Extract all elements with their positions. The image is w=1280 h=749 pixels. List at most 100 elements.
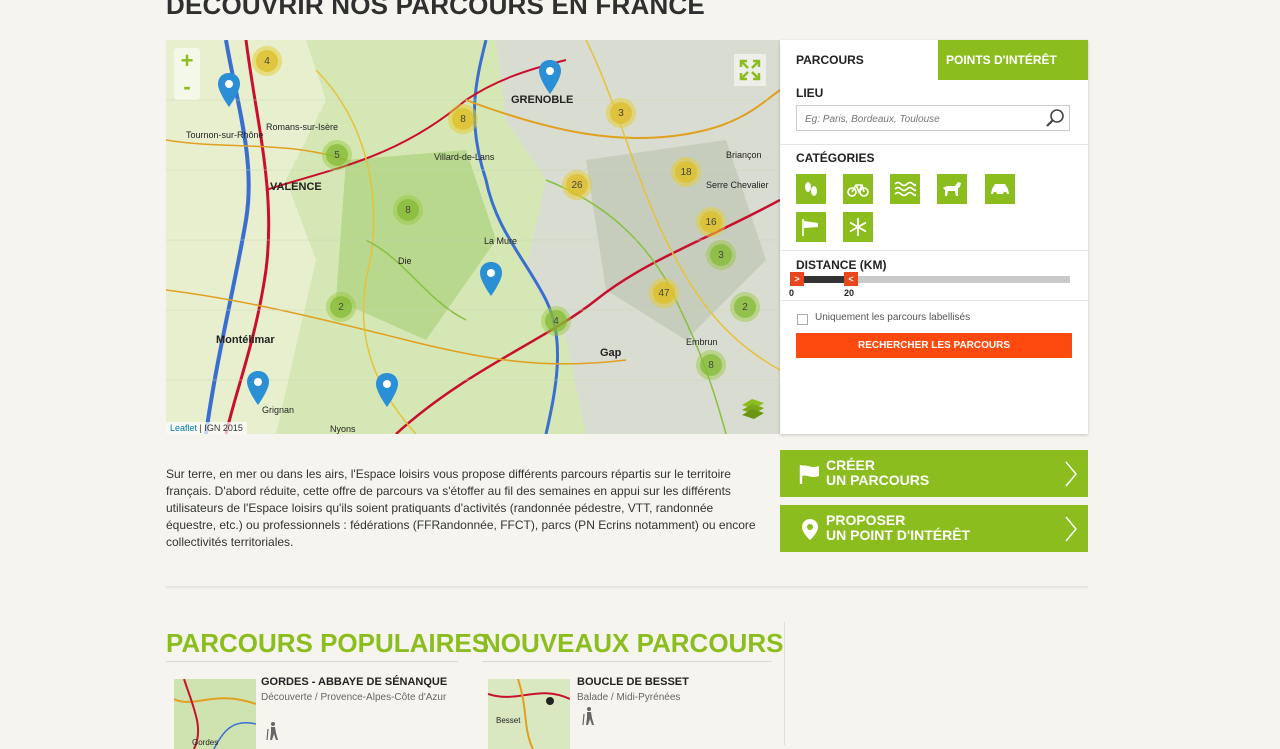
map-cluster[interactable]: 8 xyxy=(393,195,423,225)
categories-label: CATÉGORIES xyxy=(796,151,875,165)
search-routes-button[interactable]: RECHERCHER LES PARCOURS xyxy=(796,333,1072,358)
category-horse[interactable] xyxy=(937,174,967,204)
distance-max-value: 20 xyxy=(844,288,855,298)
intro-text: Sur terre, en mer ou dans les airs, l'Es… xyxy=(166,467,756,549)
map-town-label: Serre Chevalier xyxy=(706,180,769,190)
water-icon xyxy=(894,181,916,197)
map-town-label: Embrun xyxy=(686,337,718,347)
map-marker-icon[interactable] xyxy=(218,73,240,107)
route-thumbnail[interactable]: Besset xyxy=(488,679,570,749)
location-label: LIEU xyxy=(796,86,824,100)
map-cluster[interactable]: 3 xyxy=(606,98,636,128)
layers-button[interactable] xyxy=(736,394,768,424)
route-meta: Balade / Midi-Pyrénées xyxy=(577,692,681,703)
category-windsock[interactable] xyxy=(796,212,826,242)
map-cluster[interactable]: 2 xyxy=(730,292,760,322)
hiker-icon xyxy=(582,707,594,726)
snowflake-icon xyxy=(849,218,867,236)
tab-points-of-interest[interactable]: POINTS D'INTÉRÊT xyxy=(938,40,1088,80)
distance-slider[interactable] xyxy=(794,276,1070,283)
category-snow[interactable] xyxy=(843,212,873,242)
column-divider xyxy=(784,622,785,745)
leaflet-link[interactable]: Leaflet xyxy=(170,423,197,433)
route-map-thumbnail: Besset xyxy=(488,679,570,749)
route-thumbnail[interactable]: Gordes xyxy=(174,679,256,749)
horse-icon xyxy=(943,182,961,196)
route-meta: Découverte / Provence-Alpes-Côte d'Azur xyxy=(261,692,447,703)
map-marker-icon[interactable] xyxy=(539,60,561,94)
map-cluster[interactable]: 2 xyxy=(326,292,356,322)
popular-routes-title: PARCOURS POPULAIRES xyxy=(166,628,490,658)
map-cluster[interactable]: 4 xyxy=(541,306,571,336)
map-marker-icon[interactable] xyxy=(480,262,502,296)
divider xyxy=(780,300,1088,301)
location-pin-icon xyxy=(802,519,818,540)
route-title[interactable]: BOUCLE DE BESSET xyxy=(577,676,689,688)
tab-parcours[interactable]: PARCOURS xyxy=(780,40,938,80)
new-routes-title: NOUVEAUX PARCOURS xyxy=(482,628,784,658)
map-cluster[interactable]: 16 xyxy=(696,207,726,237)
map-cluster[interactable]: 26 xyxy=(562,170,592,200)
search-panel: PARCOURS POINTS D'INTÉRÊT LIEU CATÉGORIE… xyxy=(780,40,1088,434)
create-route-label: CRÉER UN PARCOURS xyxy=(826,457,930,488)
bike-icon xyxy=(847,184,869,197)
labelled-only-label: Uniquement les parcours labellisés xyxy=(815,312,971,323)
map-town-label: Grignan xyxy=(262,405,295,415)
map-marker-icon[interactable] xyxy=(247,371,269,405)
zoom-control: + - xyxy=(174,48,200,100)
map-town-label: La Mure xyxy=(484,236,518,246)
fullscreen-button[interactable] xyxy=(734,54,766,86)
labelled-only-checkbox[interactable] xyxy=(797,314,808,325)
map-town-label: Gap xyxy=(600,347,622,359)
category-water[interactable] xyxy=(890,174,920,204)
create-route-button[interactable]: CRÉER UN PARCOURS xyxy=(780,450,1088,497)
category-car[interactable] xyxy=(985,174,1015,204)
svg-text:Gordes: Gordes xyxy=(192,738,218,747)
map-marker-icon[interactable] xyxy=(376,373,398,407)
route-title[interactable]: GORDES - ABBAYE DE SÉNANQUE xyxy=(261,676,447,688)
location-input[interactable] xyxy=(797,106,1043,132)
map-cluster[interactable]: 4 xyxy=(252,46,282,76)
map-town-label: Briançon xyxy=(726,150,762,160)
divider xyxy=(780,250,1088,251)
map-town-label: VALENCE xyxy=(270,181,322,193)
fullscreen-icon xyxy=(739,59,761,81)
distance-min-value: 0 xyxy=(789,288,795,298)
panel-tabs: PARCOURS POINTS D'INTÉRÊT xyxy=(780,40,1088,80)
map[interactable]: GRENOBLE VALENCE Romans-sur-Isère Montél… xyxy=(166,40,780,434)
route-map-thumbnail: Gordes xyxy=(174,679,256,749)
distance-min-handle[interactable]: > xyxy=(790,272,804,286)
flag-icon xyxy=(799,465,819,484)
chevron-right-icon xyxy=(1065,516,1077,542)
map-town-label: Villard-de-Lans xyxy=(434,152,495,162)
map-town-label: Die xyxy=(398,256,412,266)
divider xyxy=(780,144,1088,145)
zoom-out-button[interactable]: - xyxy=(174,74,200,100)
chevron-right-icon xyxy=(1065,461,1077,487)
map-town-label: Montélimar xyxy=(216,334,275,346)
search-icon[interactable] xyxy=(1045,108,1065,128)
distance-max-handle[interactable]: < xyxy=(844,272,858,286)
map-town-label: Tournon-sur-Rhône xyxy=(186,130,264,140)
map-town-label: GRENOBLE xyxy=(511,94,574,106)
propose-poi-button[interactable]: PROPOSER UN POINT D'INTÉRÊT xyxy=(780,505,1088,552)
car-icon xyxy=(991,184,1009,196)
map-cluster[interactable]: 18 xyxy=(671,157,701,187)
layers-icon xyxy=(742,399,764,419)
propose-poi-label: PROPOSER UN POINT D'INTÉRÊT xyxy=(826,512,971,543)
map-cluster[interactable]: 8 xyxy=(448,104,478,134)
page-title: DÉCOUVRIR NOS PARCOURS EN FRANCE xyxy=(166,0,705,20)
zoom-in-button[interactable]: + xyxy=(174,48,200,74)
hiker-icon xyxy=(266,722,278,741)
map-cluster[interactable]: 5 xyxy=(322,140,352,170)
walking-icon xyxy=(805,182,817,196)
map-town-label: Nyons xyxy=(330,424,356,434)
svg-text:Besset: Besset xyxy=(496,716,521,725)
map-cluster[interactable]: 8 xyxy=(696,350,726,380)
distance-label: DISTANCE (KM) xyxy=(796,258,887,272)
map-cluster[interactable]: 3 xyxy=(706,240,736,270)
map-attribution: Leaflet | IGN 2015 xyxy=(166,422,247,434)
map-cluster[interactable]: 47 xyxy=(649,278,679,308)
category-bike[interactable] xyxy=(843,174,873,204)
category-walking[interactable] xyxy=(796,174,826,204)
